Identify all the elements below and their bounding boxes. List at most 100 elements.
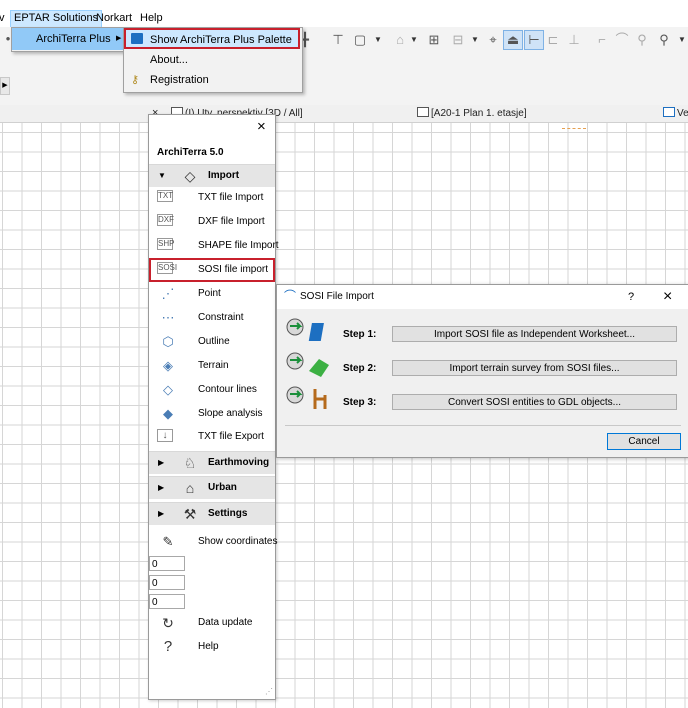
menu-norkart[interactable]: Norkart: [93, 10, 135, 27]
import-terrain-survey-button[interactable]: Import terrain survey from SOSI files...: [392, 360, 677, 376]
sosi-worksheet-icon: [286, 318, 324, 341]
plan-view-icon: [417, 107, 429, 117]
dxf-import-icon: DXF: [157, 214, 174, 226]
align-icon[interactable]: ⊤: [330, 32, 346, 48]
eyedropper-icon: ✎: [162, 534, 174, 549]
palette-item-show-coordinates[interactable]: ✎ Show coordinates: [149, 531, 278, 553]
help-icon: ?: [163, 638, 173, 655]
arc-icon: ⌒: [284, 289, 297, 303]
txt-import-icon: TXT: [157, 190, 174, 202]
shape-import-icon: SHP: [157, 238, 175, 250]
chevron-down-icon[interactable]: ▼: [678, 32, 686, 48]
corner-icon[interactable]: ⌐: [594, 32, 610, 48]
grid-number-icon[interactable]: ⊞: [426, 32, 442, 48]
refresh-icon: ↻: [162, 615, 174, 631]
palette-item-contour-lines[interactable]: ◇ Contour lines: [149, 379, 275, 401]
outline-icon: ⬡: [162, 334, 174, 349]
architerra-palette: × ArchiTerra 5.0 ▼ ◇ Import TXT TXT file…: [148, 114, 279, 700]
palette-item-terrain[interactable]: ◈ Terrain: [149, 355, 275, 377]
sosi-gdl-icon: [286, 386, 327, 409]
gravity-icon[interactable]: ⏏: [503, 30, 523, 50]
palette-item-dxf-import[interactable]: DXF DXF file Import: [149, 211, 275, 233]
point-icon: ⋰: [161, 286, 175, 301]
sosi-import-icon: SOSI: [157, 262, 178, 274]
contour-lines-icon: ◇: [163, 382, 173, 397]
chevron-down-icon: ▼: [158, 171, 166, 180]
palette-item-sosi-import[interactable]: SOSI SOSI file import: [149, 258, 275, 282]
dialog-title-bar: ⌒ SOSI File Import ? ×: [277, 285, 688, 309]
dimension-icon[interactable]: ⊏: [545, 32, 561, 48]
elevation-icon[interactable]: ⊟: [450, 32, 466, 48]
snap-icon[interactable]: ⌖: [485, 32, 501, 48]
import-icon: ◇: [184, 168, 196, 184]
coordinate-z-field[interactable]: 0: [149, 594, 185, 609]
slope-analysis-icon: ◆: [163, 406, 173, 421]
menu-help[interactable]: Help: [137, 10, 166, 27]
chevron-down-icon[interactable]: ▼: [471, 32, 479, 48]
coordinate-y-field[interactable]: 0: [149, 575, 185, 590]
chevron-down-icon[interactable]: ▼: [410, 32, 418, 48]
dialog-divider: [285, 425, 681, 426]
menu-item-about[interactable]: About...: [124, 49, 300, 71]
palette-title: ArchiTerra 5.0: [157, 147, 224, 158]
palette-item-data-update[interactable]: ↻ Data update: [149, 612, 275, 634]
menu-bar: v EPTAR Solutions Norkart Help: [0, 10, 688, 29]
menu-item-registration[interactable]: ⚷ Registration: [124, 69, 300, 91]
import-independent-worksheet-button[interactable]: Import SOSI file as Independent Workshee…: [392, 326, 677, 342]
palette-close-icon[interactable]: ×: [257, 119, 266, 134]
constraint-icon: ⋯: [161, 310, 175, 325]
sosi-file-import-dialog: ⌒ SOSI File Import ? × Step 1: Import SO…: [276, 284, 688, 458]
palette-icon: [131, 33, 143, 44]
key-icon: ⚷: [131, 74, 140, 86]
chevron-down-icon[interactable]: ▼: [374, 32, 382, 48]
step-1-label: Step 1:: [343, 329, 377, 340]
dialog-title: SOSI File Import: [300, 291, 374, 302]
architerra-plus-submenu: Show ArchiTerra Plus Palette About... ⚷ …: [123, 27, 303, 93]
palette-item-shape-import[interactable]: SHP SHAPE file Import: [149, 235, 279, 257]
convert-to-gdl-button[interactable]: Convert SOSI entities to GDL objects...: [392, 394, 677, 410]
tab-partial[interactable]: Ve: [663, 105, 688, 122]
frame-icon[interactable]: ▢: [352, 32, 368, 48]
chevron-right-icon: ▶: [116, 35, 122, 42]
wand-icon[interactable]: ⚲: [656, 32, 672, 48]
palette-item-txt-import[interactable]: TXT TXT file Import: [149, 187, 275, 209]
arc-icon[interactable]: ⌒: [614, 32, 630, 48]
palette-item-help[interactable]: ? Help: [149, 636, 275, 658]
tab-floor-plan[interactable]: [A20-1 Plan 1. etasje]: [417, 105, 527, 122]
menu-item-partial[interactable]: v: [0, 10, 8, 27]
eptar-solutions-menu: ArchiTerra Plus ▶: [11, 27, 127, 52]
palette-item-outline[interactable]: ⬡ Outline: [149, 331, 275, 353]
chevron-right-icon: ▶: [158, 458, 165, 467]
resize-grip-icon[interactable]: ⋰: [265, 687, 273, 696]
level-icon[interactable]: ⊥: [566, 32, 582, 48]
lock-icon[interactable]: ⌂: [392, 32, 408, 48]
chevron-right-icon: ▶: [158, 483, 165, 492]
txt-export-icon: ↓: [157, 429, 173, 442]
menu-item-show-palette[interactable]: Show ArchiTerra Plus Palette: [124, 28, 300, 49]
canvas-dashed-mark: [562, 128, 586, 131]
step-3-label: Step 3:: [343, 397, 377, 408]
palette-item-point[interactable]: ⋰ Point: [149, 283, 275, 305]
palette-item-txt-export[interactable]: ↓ TXT file Export: [149, 426, 275, 448]
section-import[interactable]: ▼ ◇ Import: [149, 164, 275, 187]
chevron-right-icon: ▶: [158, 509, 165, 518]
cancel-button[interactable]: Cancel: [607, 433, 681, 450]
menu-item-architerra-plus[interactable]: ArchiTerra Plus ▶: [12, 28, 126, 50]
guide-lines-icon[interactable]: ⊢: [524, 30, 544, 50]
wrench-icon: ⚒: [183, 506, 197, 522]
sosi-terrain-icon: [286, 352, 329, 377]
section-view-icon: [663, 107, 675, 117]
toolbar-expand-arrow[interactable]: ▶: [0, 77, 10, 95]
section-urban[interactable]: ▶ ⌂ Urban: [149, 476, 275, 499]
tree-icon[interactable]: ⚲: [634, 32, 650, 48]
palette-item-slope-analysis[interactable]: ◆ Slope analysis: [149, 403, 275, 425]
dialog-close-button[interactable]: ×: [663, 285, 672, 309]
terrain-icon: ◈: [163, 358, 173, 373]
palette-item-constraint[interactable]: ⋯ Constraint: [149, 307, 275, 329]
dialog-help-button[interactable]: ?: [628, 285, 634, 309]
section-earthmoving[interactable]: ▶ ♘ Earthmoving: [149, 451, 275, 474]
section-settings[interactable]: ▶ ⚒ Settings: [149, 502, 275, 525]
step-2-label: Step 2:: [343, 363, 377, 374]
earthmoving-icon: ♘: [183, 455, 197, 471]
coordinate-x-field[interactable]: 0: [149, 556, 185, 571]
